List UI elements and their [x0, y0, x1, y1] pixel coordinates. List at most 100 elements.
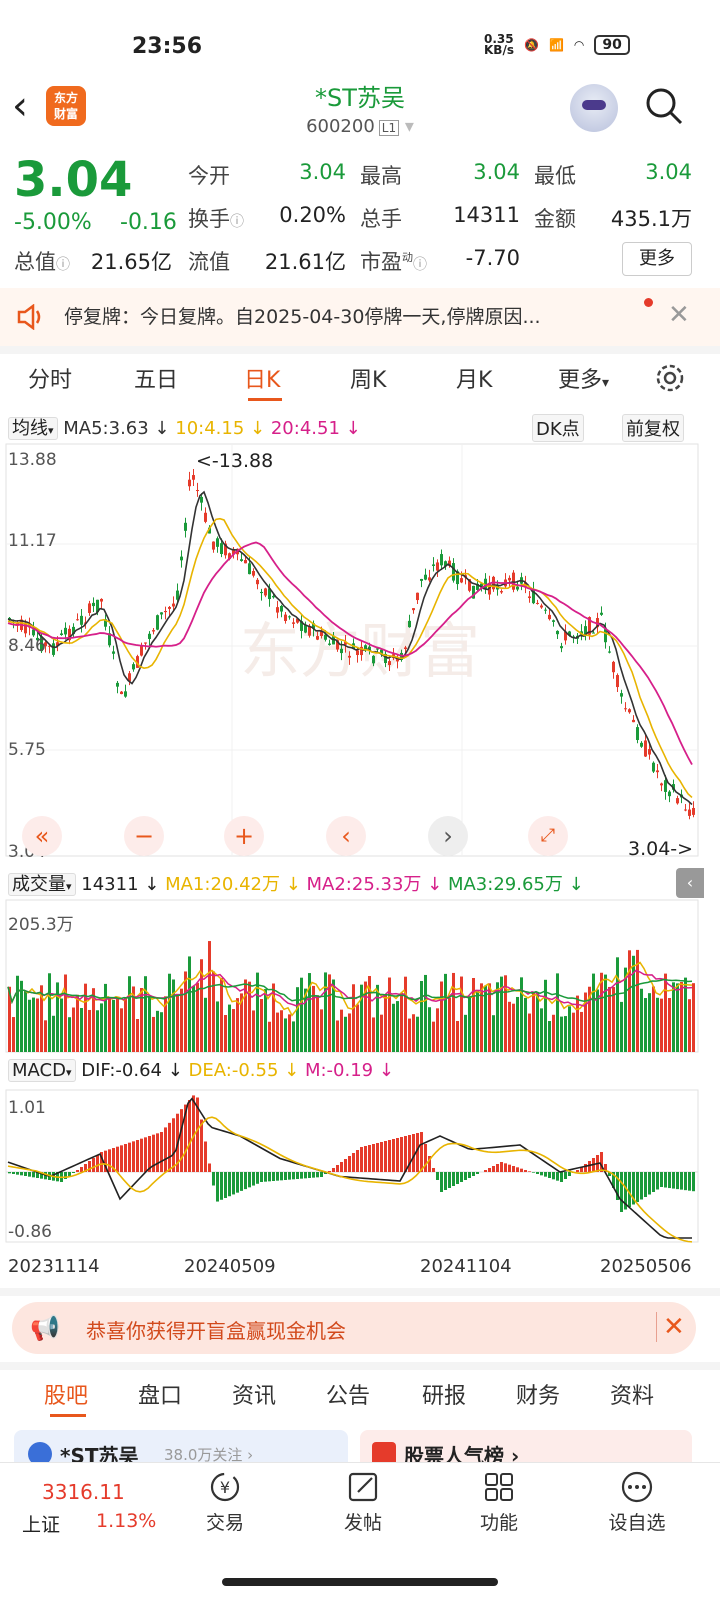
macd-bar	[248, 1172, 251, 1188]
close-icon[interactable]: ✕	[656, 1312, 685, 1342]
nav-add-watchlist[interactable]: 设自选	[592, 1508, 682, 1535]
promo-banner[interactable]: 📢 恭喜你获得开盲盒赢现金机会 ✕	[12, 1302, 696, 1354]
tab-finance[interactable]: 财务	[516, 1378, 560, 1410]
tab-announcements[interactable]: 公告	[326, 1378, 370, 1410]
macd-bar	[144, 1137, 147, 1172]
candle	[200, 496, 203, 503]
tab-more[interactable]: 更多▾	[558, 362, 609, 394]
svg-text:¥: ¥	[220, 1478, 230, 1497]
assistant-robot-icon[interactable]	[570, 84, 618, 132]
candle	[676, 798, 679, 804]
indicator-select[interactable]: 均线▾	[8, 417, 58, 440]
tab-research[interactable]: 研报	[422, 1378, 466, 1410]
dk-button[interactable]: DK点	[532, 414, 584, 442]
macd-bar	[292, 1172, 295, 1180]
candle	[412, 608, 415, 611]
volume-bar	[536, 992, 539, 1052]
volume-bar	[400, 992, 403, 1052]
more-dots-icon[interactable]	[620, 1470, 654, 1504]
tab-profile[interactable]: 资料	[610, 1378, 654, 1410]
status-icons: 0.35 KB/s 🔕 📶 ◠ 90	[484, 33, 630, 56]
macd-bar	[228, 1172, 231, 1197]
macd-bar	[364, 1146, 367, 1172]
macd-bar	[80, 1167, 83, 1172]
nav-functions[interactable]: 功能	[454, 1508, 544, 1535]
notice-bar[interactable]: 停复牌：今日复牌。自2025-04-30停牌一天,停牌原因... ✕	[0, 288, 720, 346]
post-icon[interactable]	[346, 1470, 380, 1504]
more-button[interactable]: 更多	[622, 242, 692, 276]
volume-indicator-select[interactable]: 成交量▾	[8, 873, 76, 896]
tab-daily-k[interactable]: 日K	[244, 362, 280, 394]
caret-down-icon: ▾	[602, 375, 610, 391]
macd-bar	[400, 1137, 403, 1172]
amount-label: 金额	[534, 207, 576, 231]
trade-icon[interactable]: ¥	[208, 1470, 242, 1504]
macd-bar	[76, 1170, 79, 1172]
volume-bar	[572, 1012, 575, 1052]
candle	[256, 579, 259, 585]
volume-bar	[316, 995, 319, 1052]
index-value[interactable]: 3316.11	[42, 1480, 125, 1504]
tab-pankou[interactable]: 盘口	[138, 1378, 182, 1410]
adjust-button[interactable]: 前复权	[622, 414, 684, 442]
candle	[668, 791, 671, 797]
macd-indicator-select[interactable]: MACD▾	[8, 1059, 76, 1082]
tab-weekly-k[interactable]: 周K	[350, 362, 386, 394]
fullscreen-icon[interactable]: ⤢	[528, 816, 568, 856]
macd-bar	[668, 1172, 671, 1189]
collapse-icon[interactable]: ‹	[676, 868, 704, 898]
next-icon[interactable]: ›	[428, 816, 468, 856]
candlestick-chart[interactable]: 东方财富	[0, 440, 720, 860]
volume-bar	[232, 1009, 235, 1052]
nav-trade[interactable]: 交易	[180, 1508, 270, 1535]
tab-news[interactable]: 资讯	[232, 1378, 276, 1410]
zoom-out-icon[interactable]: −	[124, 816, 164, 856]
index-name[interactable]: 上证	[22, 1510, 60, 1537]
macd-bar	[336, 1165, 339, 1172]
volume-bar	[216, 1001, 219, 1052]
signal-icon: 📶	[548, 38, 564, 52]
macd-bar	[132, 1141, 135, 1172]
search-icon[interactable]	[644, 86, 684, 126]
turnover-label[interactable]: 换手ⓘ	[188, 203, 244, 233]
volume-bar	[492, 1015, 495, 1052]
macd-bar	[420, 1132, 423, 1172]
index-pct[interactable]: 1.13%	[96, 1510, 156, 1532]
candle	[144, 642, 147, 644]
pe-label[interactable]: 市盈动ⓘ	[360, 246, 427, 276]
tab-monthly-k[interactable]: 月K	[456, 362, 492, 394]
tab-intraday[interactable]: 分时	[28, 362, 72, 394]
tab-guba[interactable]: 股吧	[44, 1378, 88, 1410]
last-price-marker: 3.04->	[628, 838, 694, 860]
macd-bar	[564, 1172, 567, 1179]
macd-bar	[692, 1172, 695, 1192]
volume-bar	[264, 989, 267, 1052]
zoom-in-icon[interactable]: +	[224, 816, 264, 856]
candle	[220, 543, 223, 555]
volume-bar	[616, 957, 619, 1052]
macd-bar	[272, 1172, 275, 1181]
grid-icon[interactable]	[482, 1470, 516, 1504]
macd-bar	[256, 1172, 259, 1184]
macd-bar	[232, 1172, 235, 1195]
prev-icon[interactable]: ‹	[326, 816, 366, 856]
volume-bar	[568, 1006, 571, 1052]
candle	[652, 762, 655, 772]
settings-gear-icon[interactable]	[654, 362, 686, 394]
volume-value: 14311	[453, 203, 520, 227]
volume-bar	[388, 977, 391, 1052]
fast-back-icon[interactable]: «	[22, 816, 62, 856]
volume-bar	[680, 982, 683, 1052]
macd-bar	[636, 1172, 639, 1202]
market-cap-label[interactable]: 总值ⓘ	[14, 246, 70, 276]
tab-five-day[interactable]: 五日	[134, 362, 178, 394]
macd-bar	[548, 1172, 551, 1178]
macd-bar	[352, 1153, 355, 1172]
nav-post[interactable]: 发帖	[318, 1508, 408, 1535]
candle	[292, 622, 295, 624]
turnover-value: 0.20%	[279, 203, 346, 227]
volume-bar	[236, 998, 239, 1052]
candle	[612, 661, 615, 673]
volume-bar	[540, 1008, 543, 1052]
close-icon[interactable]: ✕	[668, 300, 690, 330]
